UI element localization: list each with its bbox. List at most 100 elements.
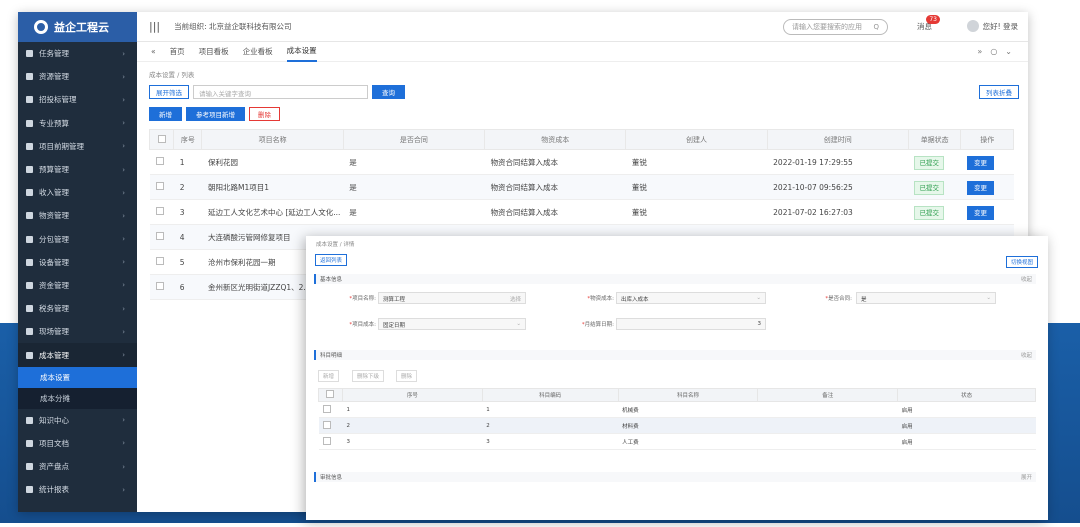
col-header: 状态: [897, 388, 1036, 402]
row-checkbox[interactable]: [322, 436, 331, 445]
change-button[interactable]: 变更: [966, 181, 994, 195]
subject-delete-child-button[interactable]: 删除下级: [352, 370, 385, 382]
sidebar-item[interactable]: 专业预算 ›: [18, 112, 137, 135]
select-project-button[interactable]: 选择: [510, 295, 521, 303]
sidebar-item[interactable]: 成本管理 ›: [18, 343, 137, 367]
sidebar-item[interactable]: 知识中心 ›: [18, 409, 137, 432]
menu-icon: [26, 212, 33, 220]
subject-row[interactable]: 2 2 材料费 启用: [318, 417, 1036, 434]
row-select-cell[interactable]: [149, 174, 174, 200]
row-select-cell[interactable]: [318, 433, 343, 450]
subject-delete-button[interactable]: 删除: [396, 370, 418, 382]
subject-name: 机械费: [618, 401, 758, 418]
sidebar-item[interactable]: 收入管理 ›: [18, 181, 137, 204]
search-button[interactable]: 查询: [372, 85, 405, 99]
tab-scroll-left-icon[interactable]: «: [151, 43, 156, 60]
sidebar-item[interactable]: 设备管理 ›: [18, 251, 137, 274]
add-button[interactable]: 新增: [149, 107, 182, 121]
project-name-link[interactable]: 延边工人文化艺术中心 [延边工人文化...: [201, 199, 344, 225]
sidebar-item[interactable]: 任务管理 ›: [18, 42, 137, 65]
table-row[interactable]: 3 延边工人文化艺术中心 [延边工人文化... 是物资合同结算入成本 董锐 2021-0…: [149, 199, 1014, 225]
sidebar-item[interactable]: 现场管理 ›: [18, 320, 137, 343]
switch-view-button[interactable]: 切换视图: [1005, 256, 1038, 268]
select-all-header[interactable]: [318, 388, 343, 402]
fold-list-button[interactable]: 列表折叠: [979, 85, 1019, 99]
project-name-link[interactable]: 保利花园: [201, 149, 344, 175]
row-checkbox[interactable]: [322, 420, 331, 429]
select-all-checkbox[interactable]: [157, 134, 166, 143]
section-title-text: 科目明细: [320, 353, 343, 359]
row-number: 1: [342, 401, 483, 418]
sidebar-item[interactable]: 分包管理 ›: [18, 228, 137, 251]
change-button[interactable]: 变更: [966, 206, 994, 220]
row-number: 2: [173, 174, 202, 200]
created-time-cell: 2021-10-07 09:56:25: [767, 174, 909, 200]
org-selector[interactable]: 当前组织: 北京益企联科技有限公司: [174, 21, 291, 32]
menu-icon: [26, 142, 33, 150]
tab-controls-icon[interactable]: »○⌄: [977, 47, 1020, 56]
row-checkbox[interactable]: [155, 282, 164, 290]
sidebar-item-label: 项目前期管理: [39, 141, 84, 151]
sidebar-item[interactable]: 预算管理 ›: [18, 158, 137, 181]
sidebar-subitem[interactable]: 成本设置: [18, 366, 137, 388]
subject-row[interactable]: 1 1 机械费 启用: [318, 401, 1036, 418]
row-checkbox[interactable]: [155, 207, 164, 215]
sidebar-item[interactable]: 招投标管理 ›: [18, 88, 137, 111]
contract-select[interactable]: 是 ⌄: [856, 292, 996, 304]
reference-add-button[interactable]: 参考项目新增: [186, 107, 245, 121]
table-row[interactable]: 2 朝阳北路M1项目1 是物资合同结算入成本 董锐 2021-10-07 09:56:2…: [149, 174, 1014, 200]
row-select-cell[interactable]: [149, 274, 174, 300]
row-select-cell[interactable]: [149, 199, 174, 225]
row-select-cell[interactable]: [149, 149, 174, 175]
project-name-field[interactable]: 测算工程 选择: [378, 292, 526, 304]
sidebar-item[interactable]: 项目文档 ›: [18, 432, 137, 455]
search-input[interactable]: 请输入关键字查询: [193, 85, 368, 99]
project-cost-label: *项目成本:: [349, 322, 376, 328]
subject-add-button[interactable]: 新增: [318, 370, 340, 382]
row-select-cell[interactable]: [149, 249, 174, 275]
expand-filter-button[interactable]: 展开筛选: [149, 85, 189, 99]
expand-link[interactable]: 展开: [1021, 473, 1032, 481]
project-cost-select[interactable]: 固定日期 ⌄: [378, 318, 526, 330]
menu-icon: [26, 189, 33, 197]
back-to-list-button[interactable]: 返回列表: [315, 254, 348, 266]
col-header: 是否合同: [342, 129, 486, 150]
contract-cell: 是: [343, 199, 485, 225]
table-row[interactable]: 1 保利花园是物资合同结算入成本 董锐 2022-01-19 17:29:55 已提交 变…: [149, 149, 1014, 175]
tab-home[interactable]: 首页: [170, 42, 185, 61]
material-cost-select[interactable]: 出库入成本 ⌄: [616, 292, 766, 304]
row-checkbox[interactable]: [155, 232, 164, 240]
tab-project-board[interactable]: 项目看板: [199, 42, 229, 61]
app-search-input[interactable]: 请输入您要搜索的应用 Q: [783, 19, 888, 35]
detail-breadcrumb: 成本设置 / 详情: [316, 242, 355, 248]
sidebar-item[interactable]: 税务管理 ›: [18, 297, 137, 320]
tab-cost-settings[interactable]: 成本设置: [286, 41, 317, 62]
delete-button[interactable]: 删除: [249, 107, 280, 121]
tab-enterprise-board[interactable]: 企业看板: [243, 42, 273, 61]
sidebar-item[interactable]: 资金管理 ›: [18, 274, 137, 297]
settle-day-field[interactable]: 3: [616, 318, 766, 330]
change-button[interactable]: 变更: [966, 156, 994, 170]
menu-toggle-icon[interactable]: |||: [149, 20, 160, 33]
row-select-cell[interactable]: [149, 224, 174, 250]
row-checkbox[interactable]: [155, 157, 164, 165]
sidebar-item[interactable]: 项目前期管理 ›: [18, 135, 137, 158]
user-menu[interactable]: 您好! 登录: [966, 20, 1018, 32]
sidebar-item[interactable]: 资产盘点 ›: [18, 455, 137, 478]
sidebar-item[interactable]: 统计报表 ›: [18, 478, 137, 501]
row-select-cell[interactable]: [318, 417, 343, 434]
collapse-link[interactable]: 收起: [1021, 275, 1032, 283]
row-checkbox[interactable]: [155, 182, 164, 190]
row-checkbox[interactable]: [155, 257, 164, 265]
collapse-link[interactable]: 收起: [1021, 351, 1032, 359]
select-all-checkbox[interactable]: [326, 390, 335, 398]
row-select-cell[interactable]: [318, 401, 343, 418]
sidebar-item[interactable]: 资源管理 ›: [18, 65, 137, 88]
row-checkbox[interactable]: [322, 404, 331, 413]
app-logo[interactable]: 益企工程云: [18, 12, 137, 42]
subject-row[interactable]: 3 3 人工费 启用: [318, 433, 1036, 450]
sidebar-subitem[interactable]: 成本分摊: [18, 387, 137, 409]
project-name-link[interactable]: 朝阳北路M1项目1: [201, 174, 344, 200]
select-all-header[interactable]: [148, 129, 175, 150]
sidebar-item[interactable]: 物资管理 ›: [18, 204, 137, 227]
